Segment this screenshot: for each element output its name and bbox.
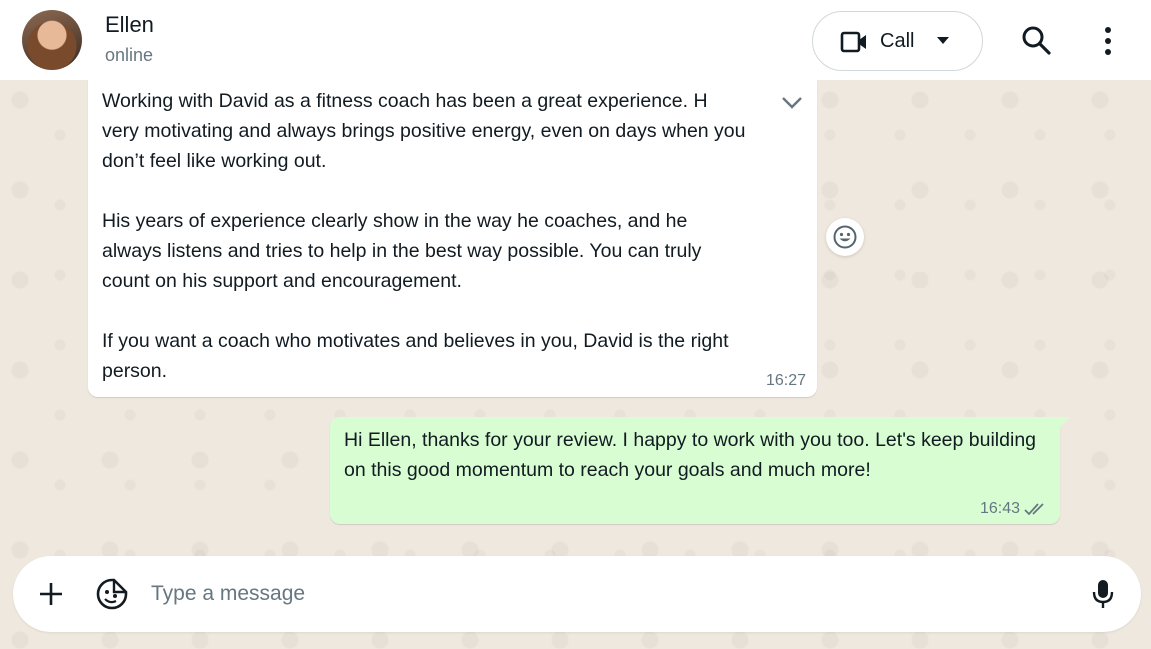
message-input[interactable]: [151, 574, 1051, 614]
avatar[interactable]: [22, 10, 82, 70]
message-composer: [13, 556, 1141, 632]
double-check-icon: [1024, 503, 1044, 516]
chevron-down-icon: [937, 37, 949, 44]
incoming-message-text: Working with David as a fitness coach ha…: [102, 90, 746, 382]
bubble-tail: [1058, 417, 1070, 429]
contact-status: online: [105, 45, 154, 65]
sticker-icon[interactable]: [96, 578, 128, 610]
outgoing-message[interactable]: Hi Ellen, thanks for your review. I happ…: [330, 417, 1070, 524]
emoji-reaction-icon: [833, 225, 857, 249]
incoming-message[interactable]: Working with David as a fitness coach ha…: [88, 80, 817, 397]
search-icon[interactable]: [1020, 24, 1052, 56]
incoming-message-time: 16:27: [765, 372, 806, 389]
kebab-menu-icon[interactable]: [1098, 24, 1118, 58]
emoji-reaction-button[interactable]: [826, 218, 864, 256]
message-dropdown-icon[interactable]: [780, 93, 804, 111]
video-camera-icon: [840, 31, 866, 53]
outgoing-message-text: Hi Ellen, thanks for your review. I happ…: [344, 429, 1037, 481]
chat-header: Ellen online Call: [0, 0, 1151, 80]
microphone-icon[interactable]: [1091, 578, 1115, 610]
outgoing-message-time: 16:43: [979, 500, 1020, 517]
plus-icon[interactable]: [39, 582, 63, 606]
call-button-label: Call: [880, 30, 915, 52]
contact-name[interactable]: Ellen: [105, 12, 154, 38]
call-button[interactable]: Call: [812, 11, 983, 71]
